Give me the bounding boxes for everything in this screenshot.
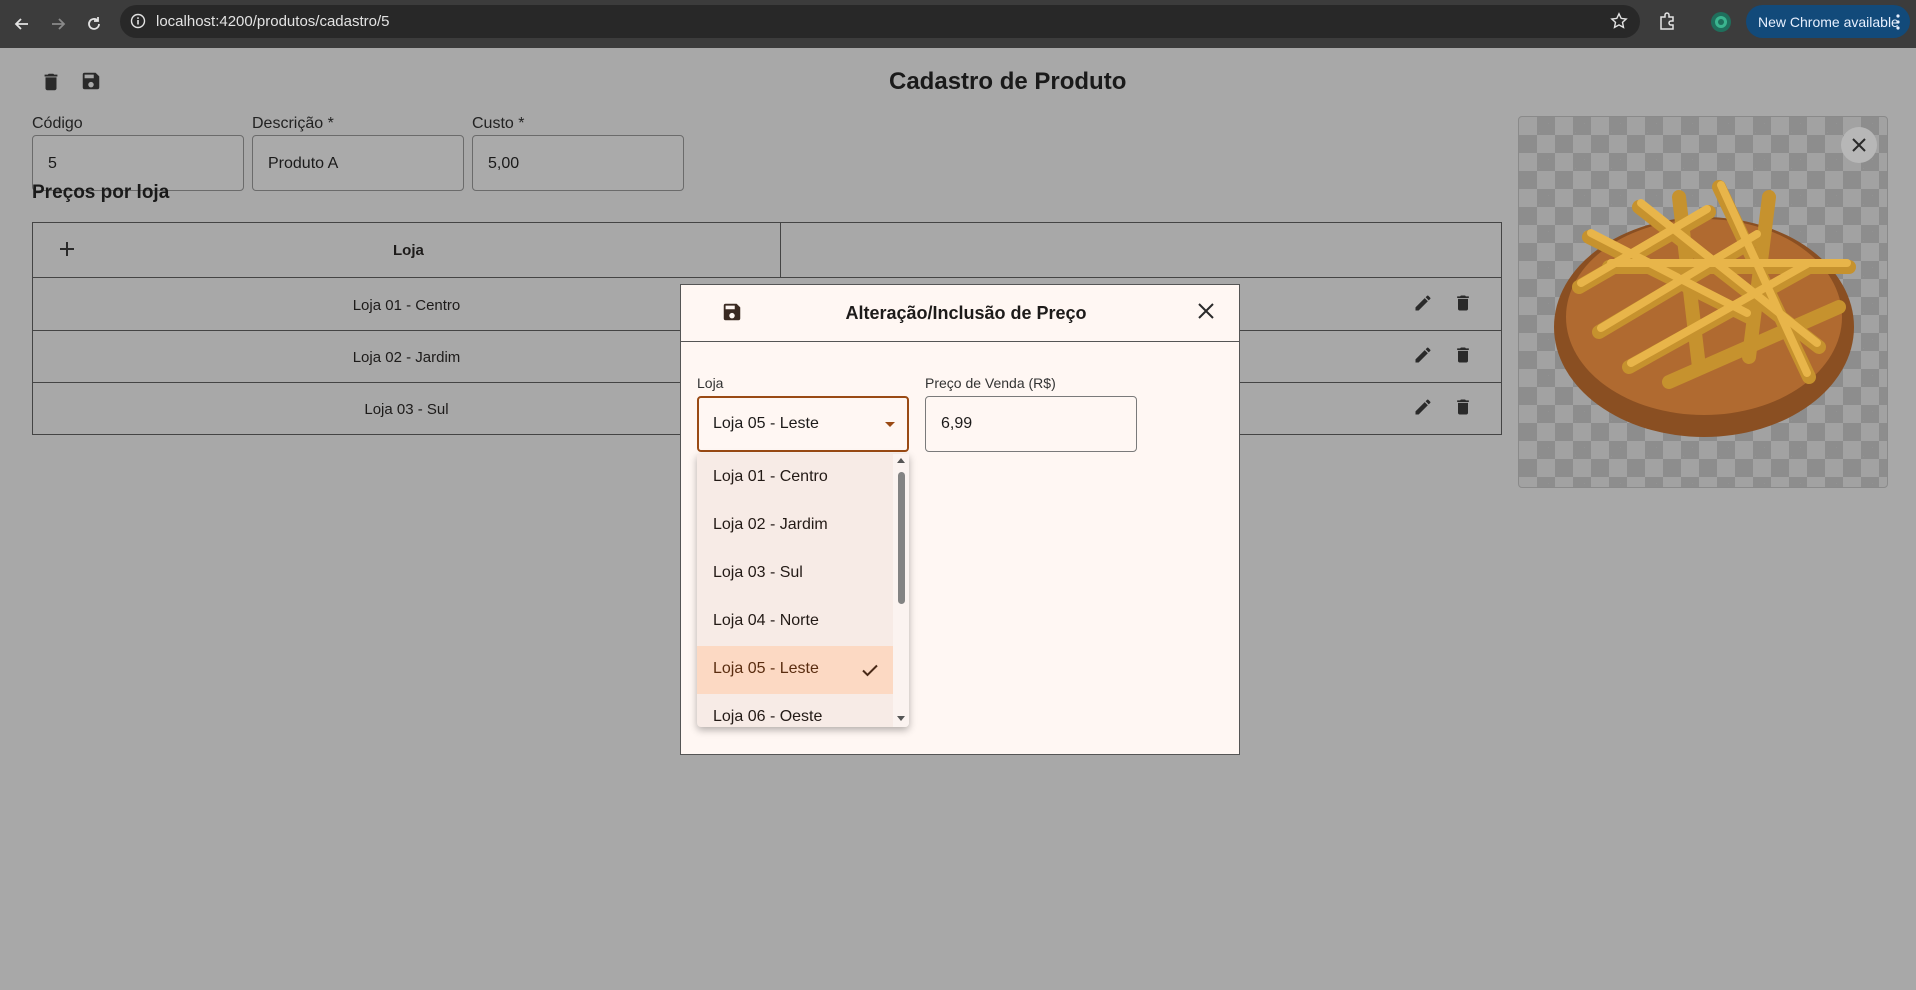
descricao-field[interactable]: Produto A [252,135,464,191]
options-scrollbar[interactable] [893,454,909,727]
trash-icon [1457,295,1469,311]
pencil-icon [1415,347,1431,363]
custo-label: Custo * [472,115,525,132]
reload-icon[interactable] [81,11,107,37]
option-label: Loja 06 - Oeste [713,708,823,725]
edit-price-button[interactable] [1413,345,1433,370]
address-bar[interactable]: localhost:4200/produtos/cadastro/5 [120,5,1640,38]
option-loja-06[interactable]: Loja 06 - Oeste [697,694,893,727]
edit-price-button[interactable] [1413,293,1433,318]
dialog-close-button[interactable] [1197,302,1215,325]
pencil-icon [1415,399,1431,415]
loja-select-value: Loja 05 - Leste [713,415,819,432]
loja-cell: Loja 01 - Centro [352,297,461,314]
remove-image-button[interactable] [1841,127,1877,163]
loja-label: Loja [697,375,724,391]
trash-icon [1457,399,1469,415]
option-label: Loja 02 - Jardim [713,516,828,533]
option-label: Loja 01 - Centro [713,468,828,485]
close-icon [1198,303,1214,319]
price-dialog: Alteração/Inclusão de Preço Loja Loja 05… [680,284,1240,755]
loja-options-list[interactable]: Loja 01 - Centro Loja 02 - Jardim Loja 0… [697,454,909,727]
back-icon[interactable] [9,11,35,37]
option-loja-01[interactable]: Loja 01 - Centro [697,454,893,502]
option-label: Loja 05 - Leste [713,660,819,677]
descricao-label: Descrição * [252,115,334,132]
dialog-header: Alteração/Inclusão de Preço [681,285,1239,342]
option-label: Loja 04 - Norte [713,612,819,629]
save-icon [82,72,100,90]
section-title: Preços por loja [32,182,170,203]
column-header-loja: Loja [393,242,424,259]
column-divider [780,223,781,278]
check-icon [861,661,879,684]
dialog-title: Alteração/Inclusão de Preço [845,303,1087,323]
loja-cell: Loja 02 - Jardim [352,349,461,366]
preco-input[interactable]: 6,99 [925,396,1137,452]
edit-price-button[interactable] [1413,397,1433,422]
add-price-button[interactable] [57,239,77,264]
loja-select[interactable]: Loja 05 - Leste [697,396,909,452]
codigo-label: Código [32,115,83,132]
scrollbar-thumb[interactable] [898,472,905,604]
forward-icon[interactable] [45,11,71,37]
update-label: New Chrome available [1758,13,1899,30]
chrome-update-button[interactable]: New Chrome available [1746,5,1910,38]
table-header: Loja [33,223,1501,278]
product-image [1518,116,1888,488]
option-loja-04[interactable]: Loja 04 - Norte [697,598,893,646]
custo-field[interactable]: 5,00 [472,135,684,191]
close-icon [1852,138,1866,152]
trash-icon [44,73,58,91]
extensions-icon[interactable] [1657,11,1677,36]
delete-product-button[interactable] [40,70,62,94]
menu-dots-icon [1896,14,1900,33]
preco-label: Preço de Venda (R$) [925,375,1056,391]
profile-avatar-icon[interactable] [1710,11,1732,38]
delete-price-button[interactable] [1453,345,1473,370]
save-product-button[interactable] [80,70,102,92]
dropdown-caret-icon [885,422,895,427]
loja-cell: Loja 03 - Sul [364,401,449,418]
delete-price-button[interactable] [1453,397,1473,422]
browser-toolbar: localhost:4200/produtos/cadastro/5 New C… [0,0,1916,48]
site-info-icon[interactable] [130,13,146,34]
plus-icon [60,242,74,256]
option-label: Loja 03 - Sul [713,564,803,581]
url-text[interactable]: localhost:4200/produtos/cadastro/5 [156,13,390,30]
fries-image [1554,180,1856,437]
scroll-down-arrow-icon[interactable] [897,716,905,721]
option-loja-02[interactable]: Loja 02 - Jardim [697,502,893,550]
trash-icon [1457,347,1469,363]
scroll-up-arrow-icon[interactable] [897,458,905,463]
delete-price-button[interactable] [1453,293,1473,318]
bookmark-star-icon[interactable] [1610,12,1628,35]
pencil-icon [1415,295,1431,311]
option-loja-03[interactable]: Loja 03 - Sul [697,550,893,598]
option-loja-05[interactable]: Loja 05 - Leste [697,646,893,694]
